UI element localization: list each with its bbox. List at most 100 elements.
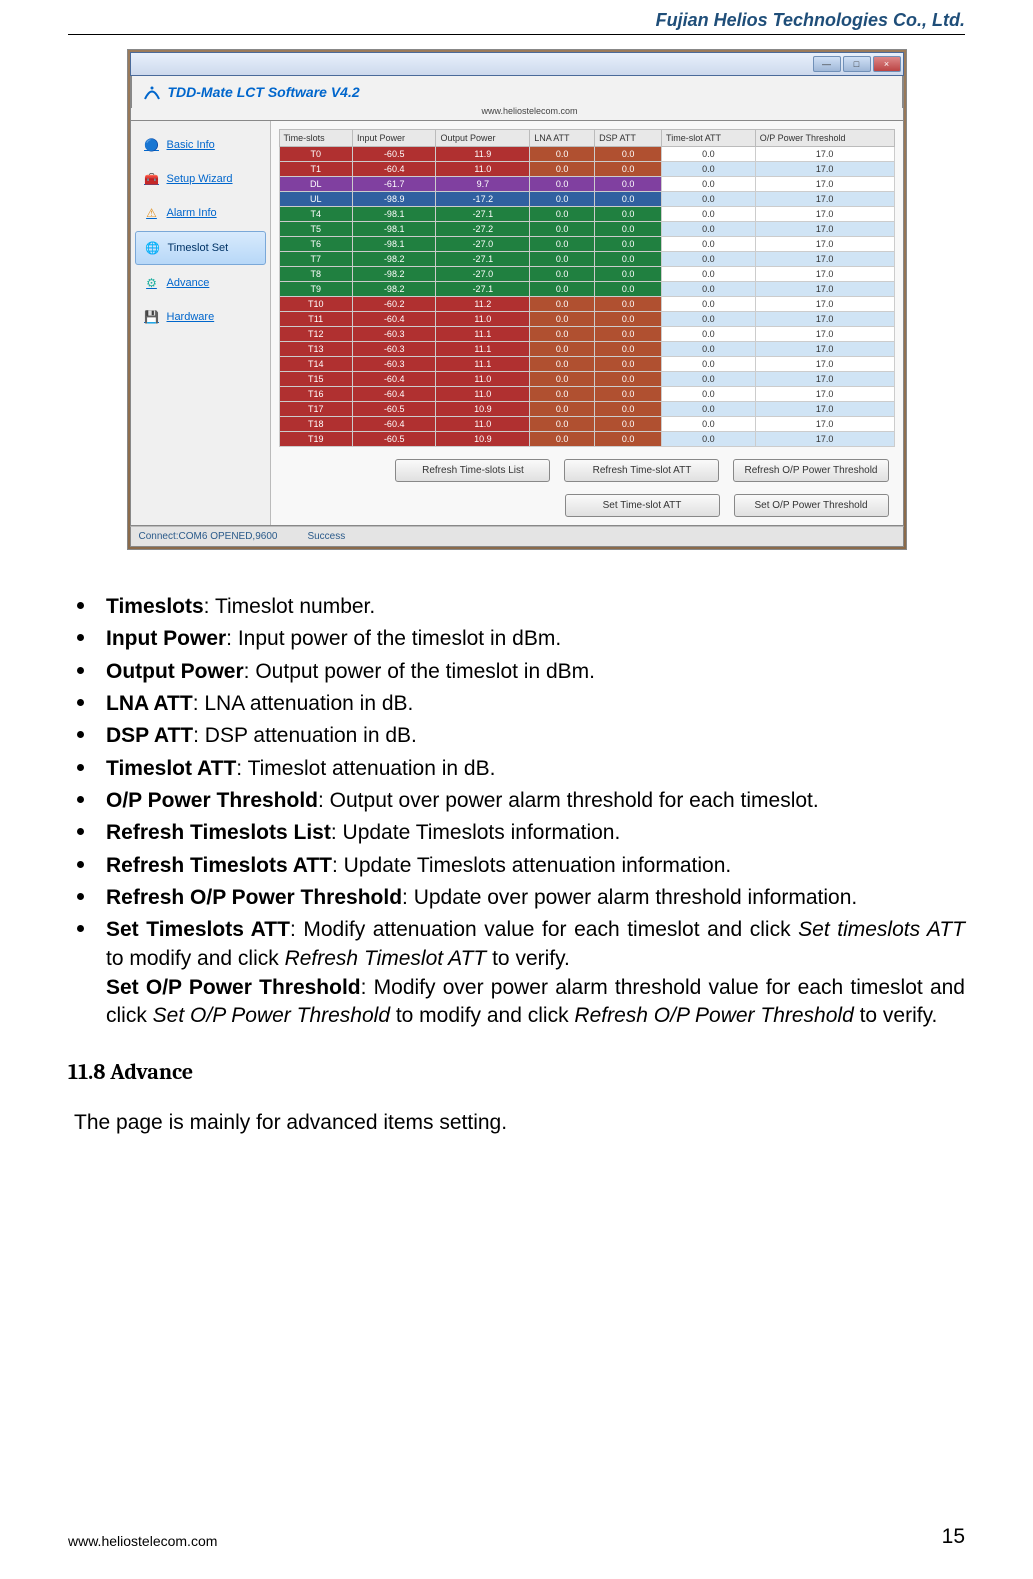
table-cell[interactable]: 17.0 [755, 372, 894, 387]
table-cell[interactable]: 17.0 [755, 207, 894, 222]
refresh-timeslots-list-button[interactable]: Refresh Time-slots List [395, 459, 550, 482]
table-cell: -60.2 [352, 297, 436, 312]
table-cell[interactable]: 17.0 [755, 357, 894, 372]
table-cell[interactable]: 0.0 [662, 207, 756, 222]
sidebar-item-alarm-info[interactable]: ⚠Alarm Info [135, 197, 266, 229]
desc-text: : Update Timeslots attenuation informati… [332, 854, 731, 877]
table-cell[interactable]: 0.0 [662, 342, 756, 357]
table-cell[interactable]: 0.0 [662, 267, 756, 282]
table-cell[interactable]: 17.0 [755, 222, 894, 237]
app-screenshot: — □ × TDD-Mate LCT Software V4.2 www.hel… [127, 49, 907, 550]
hardware-icon: 💾 [143, 308, 161, 326]
refresh-timeslot-att-button[interactable]: Refresh Time-slot ATT [564, 459, 719, 482]
table-cell[interactable]: 17.0 [755, 147, 894, 162]
maximize-button[interactable]: □ [843, 56, 871, 72]
table-cell[interactable]: 0.0 [662, 297, 756, 312]
table-cell: -27.1 [436, 252, 530, 267]
table-cell: 0.0 [595, 252, 662, 267]
table-cell[interactable]: 0.0 [662, 222, 756, 237]
table-cell[interactable]: 17.0 [755, 192, 894, 207]
table-cell[interactable]: 17.0 [755, 237, 894, 252]
table-cell: 0.0 [595, 342, 662, 357]
table-cell: T7 [279, 252, 352, 267]
minimize-button[interactable]: — [813, 56, 841, 72]
footer-url: www.heliostelecom.com [68, 1533, 217, 1549]
table-cell[interactable]: 17.0 [755, 342, 894, 357]
table-cell: 0.0 [530, 147, 595, 162]
table-cell[interactable]: 0.0 [662, 357, 756, 372]
page-number: 15 [942, 1525, 965, 1549]
sidebar-item-setup-wizard[interactable]: 🧰Setup Wizard [135, 163, 266, 195]
table-cell: 0.0 [595, 282, 662, 297]
table-cell: 11.1 [436, 342, 530, 357]
table-cell[interactable]: 17.0 [755, 267, 894, 282]
table-row: T4-98.1-27.10.00.00.017.0 [279, 207, 894, 222]
table-cell: -60.3 [352, 342, 436, 357]
table-cell[interactable]: 0.0 [662, 252, 756, 267]
table-cell[interactable]: 17.0 [755, 252, 894, 267]
table-cell: 0.0 [595, 192, 662, 207]
table-cell[interactable]: 0.0 [662, 327, 756, 342]
table-cell[interactable]: 0.0 [662, 432, 756, 447]
sidebar-item-label: Setup Wizard [167, 173, 233, 185]
sidebar-item-advance[interactable]: ⚙Advance [135, 267, 266, 299]
table-cell: 0.0 [595, 297, 662, 312]
table-cell: T10 [279, 297, 352, 312]
desc-text: to verify. [486, 947, 570, 970]
desc-text: : Output power of the timeslot in dBm. [244, 660, 595, 683]
refresh-op-threshold-button[interactable]: Refresh O/P Power Threshold [733, 459, 888, 482]
table-cell[interactable]: 0.0 [662, 387, 756, 402]
sidebar-item-timeslot-set[interactable]: 🌐Timeslot Set [135, 231, 266, 265]
table-cell: -60.5 [352, 402, 436, 417]
term: DSP ATT [106, 724, 193, 747]
table-cell[interactable]: 17.0 [755, 417, 894, 432]
table-cell[interactable]: 0.0 [662, 312, 756, 327]
table-cell: T4 [279, 207, 352, 222]
italic-text: Set timeslots ATT [798, 918, 965, 941]
table-cell: 0.0 [595, 147, 662, 162]
table-cell: -98.2 [352, 267, 436, 282]
close-button[interactable]: × [873, 56, 901, 72]
table-cell[interactable]: 0.0 [662, 147, 756, 162]
table-cell: 10.9 [436, 432, 530, 447]
table-cell[interactable]: 0.0 [662, 177, 756, 192]
table-cell[interactable]: 0.0 [662, 417, 756, 432]
table-cell[interactable]: 0.0 [662, 192, 756, 207]
table-cell: DL [279, 177, 352, 192]
table-row: T15-60.411.00.00.00.017.0 [279, 372, 894, 387]
table-cell[interactable]: 0.0 [662, 282, 756, 297]
list-item: Timeslot ATT: Timeslot attenuation in dB… [98, 752, 965, 783]
table-cell[interactable]: 0.0 [662, 372, 756, 387]
table-cell: 0.0 [530, 282, 595, 297]
table-cell[interactable]: 17.0 [755, 297, 894, 312]
table-cell[interactable]: 0.0 [662, 402, 756, 417]
table-cell[interactable]: 17.0 [755, 162, 894, 177]
table-cell[interactable]: 0.0 [662, 237, 756, 252]
table-cell: -27.0 [436, 237, 530, 252]
table-cell[interactable]: 17.0 [755, 387, 894, 402]
table-cell: 11.0 [436, 312, 530, 327]
table-cell[interactable]: 17.0 [755, 177, 894, 192]
table-cell[interactable]: 17.0 [755, 282, 894, 297]
table-cell: 0.0 [595, 237, 662, 252]
table-cell[interactable]: 17.0 [755, 327, 894, 342]
table-cell[interactable]: 0.0 [662, 162, 756, 177]
table-cell: 11.1 [436, 327, 530, 342]
sidebar-item-basic-info[interactable]: 🔵Basic Info [135, 129, 266, 161]
sidebar-item-label: Basic Info [167, 139, 215, 151]
section-heading: 11.8 Advance [68, 1059, 965, 1085]
table-cell: 11.0 [436, 417, 530, 432]
set-op-threshold-button[interactable]: Set O/P Power Threshold [734, 494, 889, 517]
sidebar-item-hardware[interactable]: 💾Hardware [135, 301, 266, 333]
timeslot-set-icon: 🌐 [144, 239, 162, 257]
desc-text: : Timeslot attenuation in dB. [236, 757, 495, 780]
advance-icon: ⚙ [143, 274, 161, 292]
table-cell: T15 [279, 372, 352, 387]
table-cell[interactable]: 17.0 [755, 402, 894, 417]
list-item: Refresh Timeslots List: Update Timeslots… [98, 816, 965, 847]
table-cell[interactable]: 17.0 [755, 432, 894, 447]
list-item: Timeslots: Timeslot number. [98, 590, 965, 621]
table-cell[interactable]: 17.0 [755, 312, 894, 327]
italic-text: Set O/P Power Threshold [153, 1004, 390, 1027]
set-timeslot-att-button[interactable]: Set Time-slot ATT [565, 494, 720, 517]
